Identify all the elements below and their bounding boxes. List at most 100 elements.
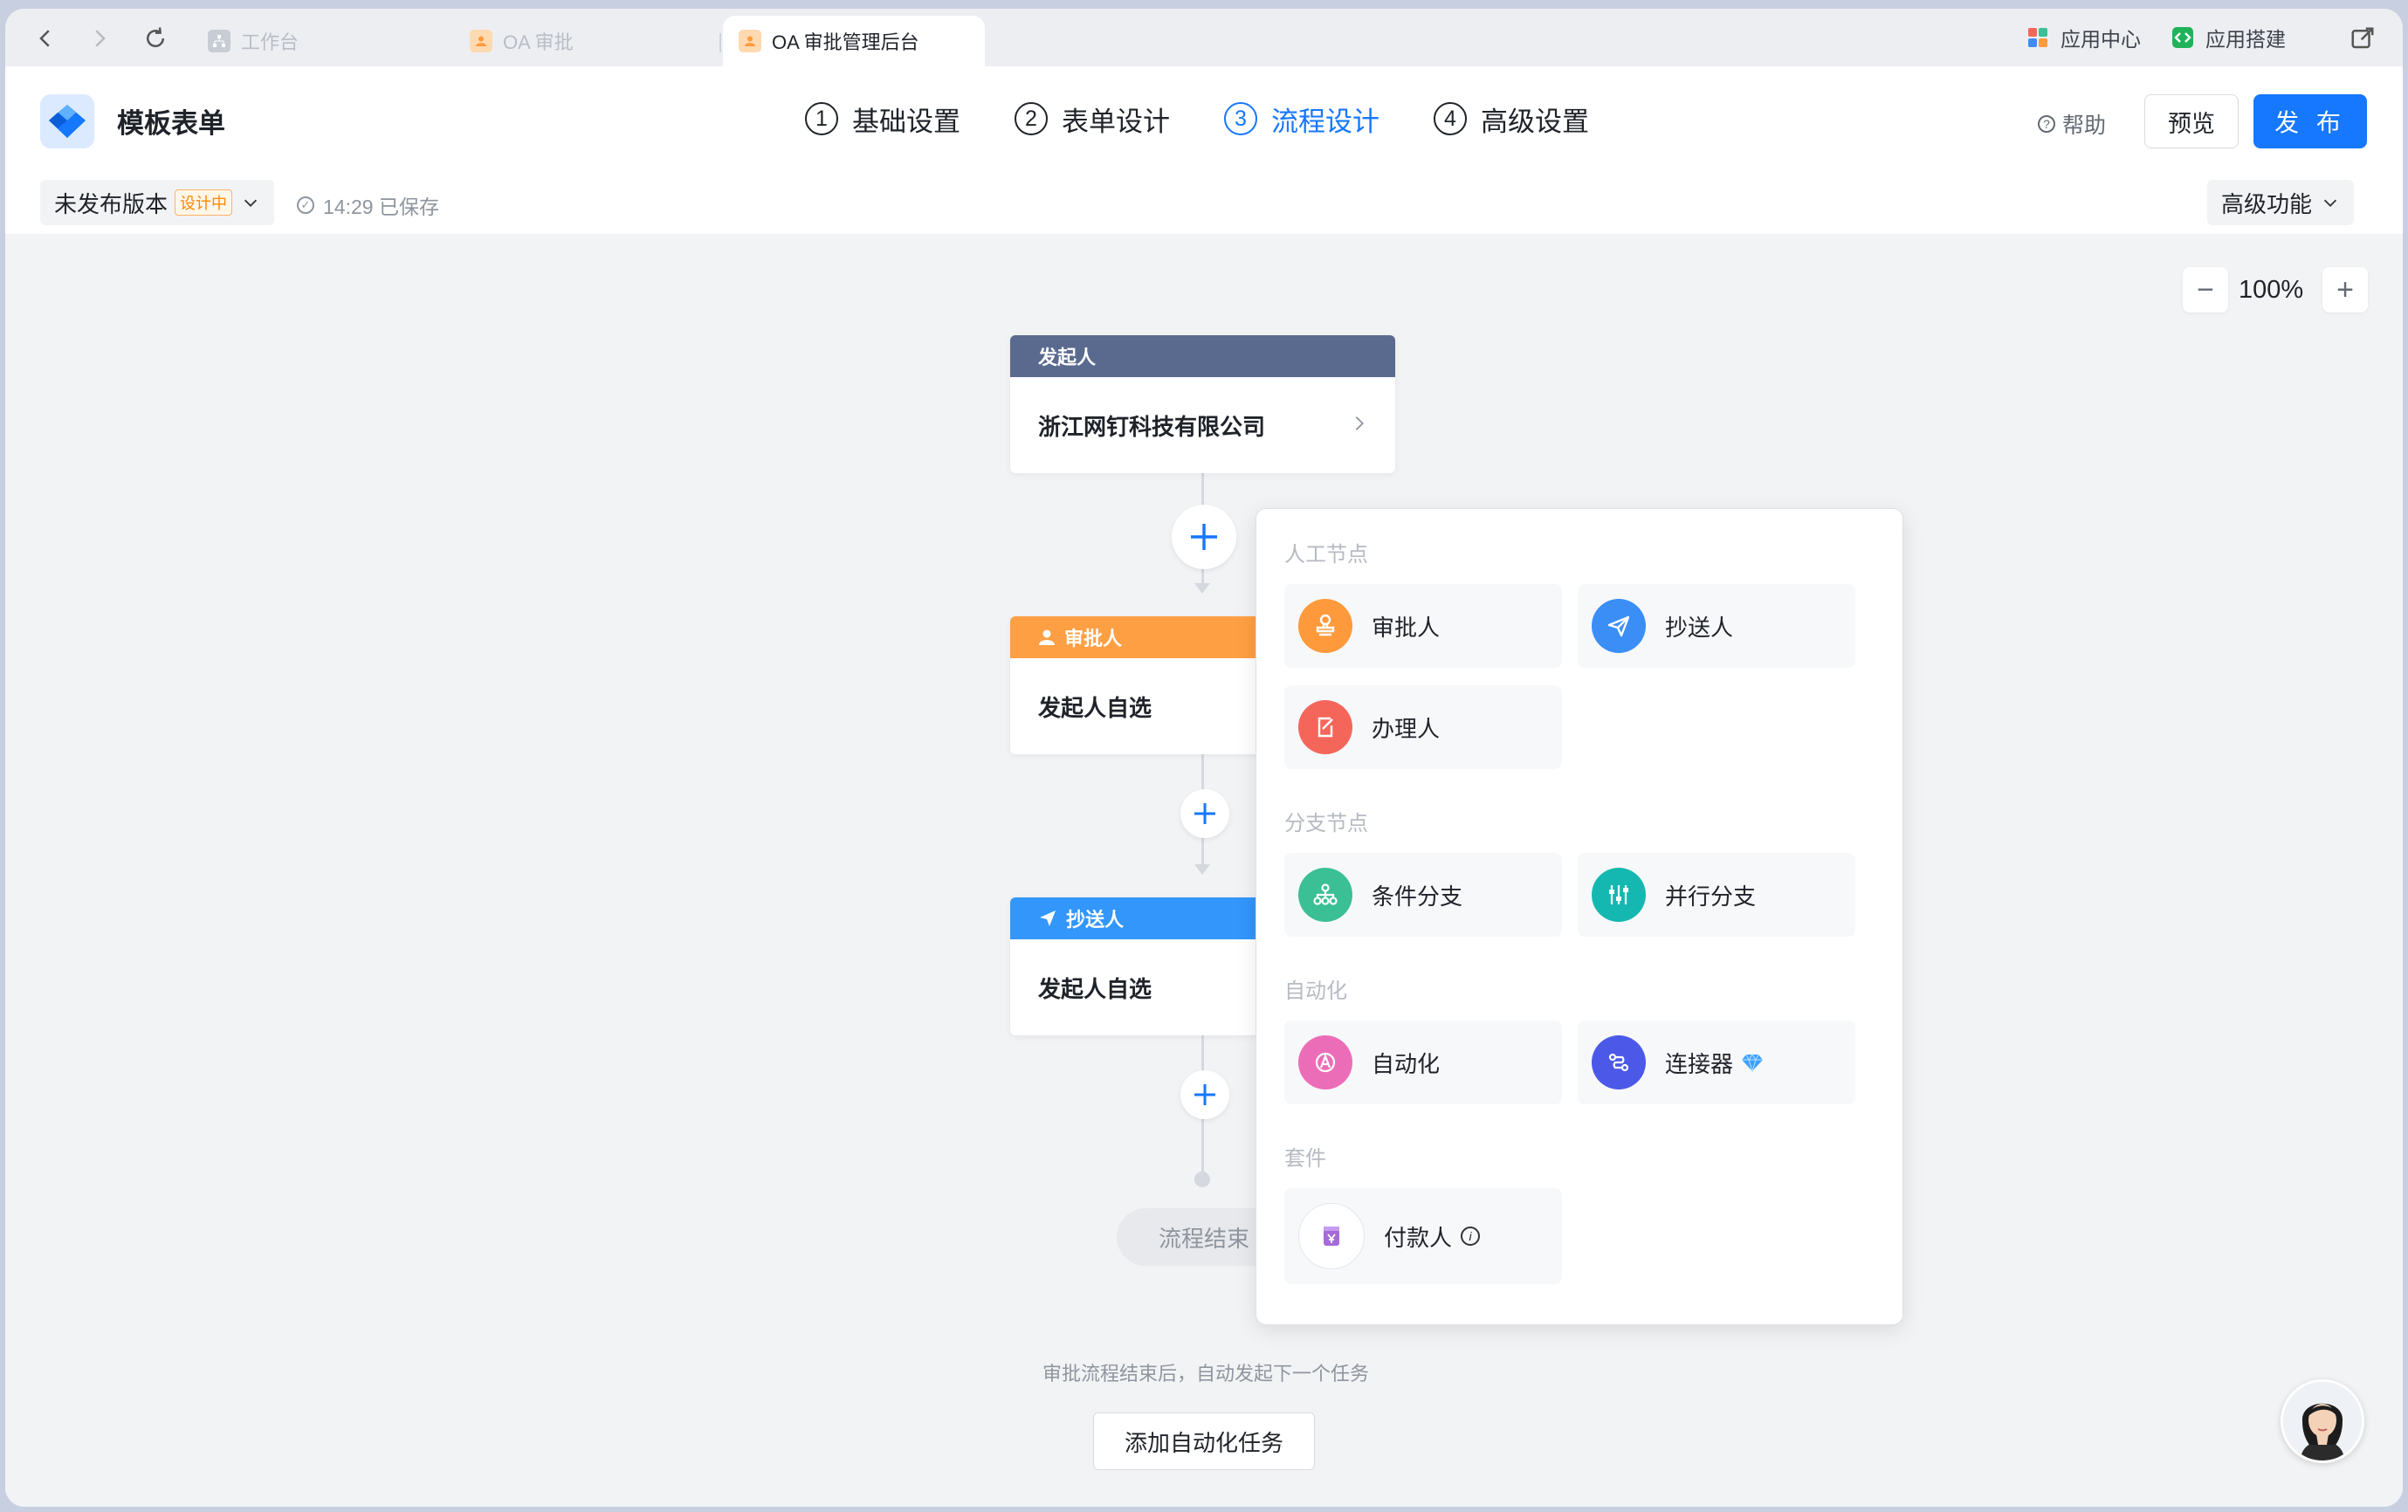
step-advanced-settings[interactable]: 4 高级设置 (1434, 96, 1589, 141)
apps-grid-icon (2028, 28, 2047, 47)
user-icon (470, 30, 492, 52)
chevron-down-icon (244, 199, 258, 207)
payment-icon (1298, 1203, 1365, 1269)
step-label: 基础设置 (852, 106, 960, 137)
send-icon (1040, 911, 1056, 926)
form-logo-icon (40, 94, 94, 148)
flow-arrow (1194, 864, 1210, 875)
menu-item-parallel-branch[interactable]: 并行分支 (1578, 853, 1855, 937)
user-icon (739, 30, 761, 52)
menu-item-payer[interactable]: 付款人 i (1284, 1188, 1562, 1284)
menu-item-approver[interactable]: 审批人 (1284, 584, 1562, 668)
automation-icon (1298, 1035, 1352, 1089)
save-status-text: 14:29 已保存 (323, 196, 439, 218)
edit-doc-icon (1298, 700, 1352, 754)
step-label: 流程设计 (1271, 106, 1379, 137)
info-icon[interactable]: i (1461, 1227, 1481, 1246)
zoom-level: 100% (2239, 276, 2304, 304)
plus-icon (1194, 803, 1215, 824)
version-bar: 未发布版本 设计中 ✓ 14:29 已保存 高级功能 (5, 169, 2403, 234)
node-body-text: 发起人自选 (1038, 694, 1152, 721)
stamp-icon (1298, 599, 1352, 653)
automation-hint: 审批流程结束后，自动发起下一个任务 (1042, 1363, 1369, 1385)
add-node-button[interactable] (1172, 505, 1236, 569)
branch-icon (1298, 868, 1352, 922)
step-nav: 1 基础设置 2 表单设计 3 流程设计 4 高级设置 (805, 96, 1643, 141)
page-title: 模板表单 (117, 108, 225, 139)
menu-item-label: 连接器 (1665, 1050, 1734, 1077)
external-window-icon (2351, 27, 2374, 49)
menu-item-handler[interactable]: 办理人 (1284, 685, 1562, 769)
code-icon (2172, 27, 2193, 48)
browser-tab-bar: 工作台 OA 审批 OA 审批管理后台 应用中心 应用搭建 (5, 9, 2403, 66)
add-node-button[interactable] (1180, 1070, 1229, 1119)
menu-item-automation[interactable]: 自动化 (1284, 1021, 1562, 1104)
flow-canvas[interactable]: − 100% + 发起人 浙江网钉科技有限公司 审批人 发起人自选 抄送人 发起… (5, 234, 2403, 1507)
refresh-icon (147, 27, 165, 48)
node-body: 浙江网钉科技有限公司 (1010, 377, 1395, 473)
section-title: 人工节点 (1284, 543, 1368, 567)
step-basic-settings[interactable]: 1 基础设置 (805, 96, 960, 141)
tab-workbench[interactable]: 工作台 (208, 16, 299, 66)
section-title: 套件 (1284, 1147, 1326, 1171)
step-number: 1 (805, 102, 838, 135)
section-title: 自动化 (1284, 979, 1347, 1003)
page: 工作台 OA 审批 OA 审批管理后台 应用中心 应用搭建 模板表单 1 基础设… (0, 0, 2408, 1512)
node-body-text: 发起人自选 (1038, 975, 1152, 1002)
open-external-button[interactable] (2345, 21, 2380, 56)
menu-item-condition-branch[interactable]: 条件分支 (1284, 853, 1562, 937)
assistant-avatar[interactable] (2281, 1379, 2364, 1463)
avatar-icon (2283, 1382, 2362, 1460)
app-build-link[interactable]: 应用搭建 (2171, 23, 2286, 52)
menu-item-label: 自动化 (1372, 1050, 1441, 1077)
step-label: 表单设计 (1062, 106, 1170, 137)
app-center-label: 应用中心 (2061, 28, 2141, 51)
back-button[interactable] (28, 21, 63, 56)
menu-item-label: 并行分支 (1665, 883, 1757, 910)
node-header-label: 抄送人 (1066, 909, 1125, 931)
node-header-label: 审批人 (1064, 628, 1123, 649)
add-automation-button[interactable]: 添加自动化任务 (1093, 1412, 1315, 1470)
menu-item-cc[interactable]: 抄送人 (1578, 584, 1855, 668)
section-title: 分支节点 (1284, 812, 1368, 835)
app-center-link[interactable]: 应用中心 (2026, 23, 2141, 52)
menu-item-label: 办理人 (1372, 715, 1441, 742)
connector-icon (1592, 1035, 1646, 1089)
plus-icon (1191, 524, 1217, 550)
initiator-node[interactable]: 发起人 浙江网钉科技有限公司 (1010, 335, 1395, 473)
end-dot (1194, 1172, 1210, 1187)
tab-label: 工作台 (241, 31, 299, 53)
refresh-button[interactable] (138, 21, 173, 56)
app-build-label: 应用搭建 (2205, 28, 2286, 51)
forward-button[interactable] (82, 21, 117, 56)
user-icon (1039, 629, 1055, 645)
tab-oa-approval[interactable]: OA 审批 (470, 16, 574, 66)
zoom-in-button[interactable]: + (2322, 267, 2368, 313)
step-process-design[interactable]: 3 流程设计 (1224, 96, 1379, 141)
menu-item-label: 条件分支 (1372, 883, 1463, 910)
step-form-design[interactable]: 2 表单设计 (1015, 96, 1170, 141)
tab-oa-admin[interactable]: OA 审批管理后台 (723, 16, 985, 66)
help-label: 帮助 (2062, 113, 2107, 138)
chevron-down-icon (2323, 199, 2337, 207)
org-icon (208, 30, 230, 52)
add-node-button[interactable] (1180, 789, 1229, 838)
node-body-text: 浙江网钉科技有限公司 (1038, 413, 1266, 440)
save-status: ✓ 14:29 已保存 (297, 190, 439, 220)
zoom-out-button[interactable]: − (2183, 267, 2228, 313)
version-select[interactable]: 未发布版本 设计中 (40, 180, 275, 225)
app-window: 工作台 OA 审批 OA 审批管理后台 应用中心 应用搭建 模板表单 1 基础设… (5, 9, 2403, 1507)
preview-button[interactable]: 预览 (2144, 94, 2239, 148)
parallel-icon (1592, 868, 1646, 922)
help-link[interactable]: ? 帮助 (2038, 108, 2106, 140)
advanced-features-dropdown[interactable]: 高级功能 (2207, 180, 2355, 225)
send-icon (1592, 599, 1646, 653)
question-icon: ? (2038, 115, 2055, 133)
menu-item-connector[interactable]: 连接器 (1578, 1021, 1855, 1104)
tab-label: OA 审批 (503, 31, 574, 53)
step-label: 高级设置 (1481, 106, 1589, 137)
header: 模板表单 1 基础设置 2 表单设计 3 流程设计 4 高级设置 ? 帮助 预览 (5, 66, 2403, 170)
publish-button[interactable]: 发 布 (2253, 94, 2367, 148)
chevron-left-icon (39, 30, 50, 47)
step-number: 4 (1434, 102, 1467, 135)
